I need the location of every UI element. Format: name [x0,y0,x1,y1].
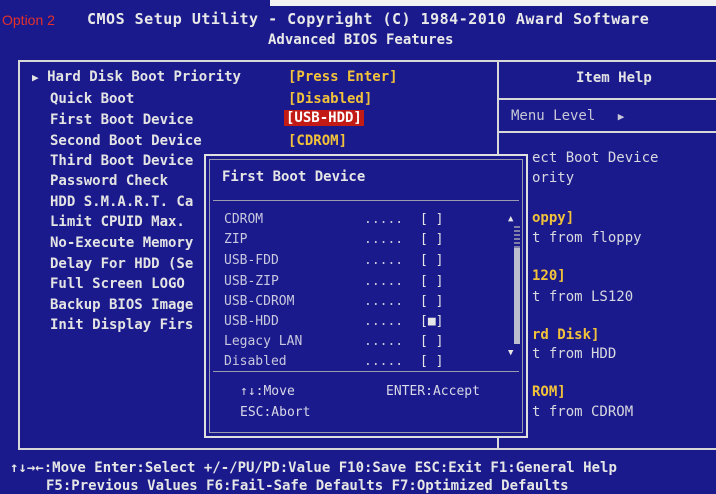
help-line: t from HDD [532,346,617,362]
setting-backup-bios-image[interactable]: Backup BIOS Image [50,297,193,313]
setting-delay-for-hdd[interactable]: Delay For HDD (Se [50,256,193,272]
hint-accept: ENTER:Accept [386,384,480,399]
setting-quick-boot[interactable]: Quick Boot [50,91,134,107]
hint-move: ↑↓:Move [240,384,295,399]
scroll-track[interactable] [514,226,520,248]
setting-password-check[interactable]: Password Check [50,173,168,189]
setting-first-boot-device[interactable]: First Boot Device [50,112,193,128]
setting-no-execute-memory[interactable]: No-Execute Memory [50,235,193,251]
hint-abort: ESC:Abort [240,405,311,420]
setting-hard-disk-boot-priority[interactable]: ▶ Hard Disk Boot Priority [32,69,241,85]
setting-init-display-first[interactable]: Init Display Firs [50,317,193,333]
dialog-footer-divider [213,371,519,372]
footer-keys-line2: F5:Previous Values F6:Fail-Safe Defaults… [46,478,569,494]
menu-level-arrow-icon: ▶ [617,110,625,123]
setting-full-screen-logo[interactable]: Full Screen LOGO [50,276,185,292]
page-title: Advanced BIOS Features [268,32,454,48]
help-line: rd Disk] [532,327,600,343]
option-zip[interactable]: ZIP ..... [ ] [224,232,443,247]
setting-second-boot-device[interactable]: Second Boot Device [50,133,202,149]
scroll-up-arrow-icon[interactable]: ▲ [508,214,513,224]
menu-level-label: Menu Level [511,108,596,124]
help-line: ROM] [532,384,566,400]
setting-limit-cpuid[interactable]: Limit CPUID Max. [50,214,185,230]
boot-device-dialog: First Boot Device CDROM ..... [ ] ZIP ..… [204,154,528,438]
help-divider-2 [499,131,716,133]
app-title: CMOS Setup Utility - Copyright (C) 1984-… [87,10,650,28]
setting-hdd-smart[interactable]: HDD S.M.A.R.T. Ca [50,194,193,210]
help-line: t from LS120 [532,289,634,305]
dialog-divider [213,200,519,201]
help-divider [499,98,716,100]
help-line: t from floppy [532,230,642,246]
value-quick-boot[interactable]: [Disabled] [288,91,372,107]
option-legacy-lan[interactable]: Legacy LAN ..... [ ] [224,334,443,349]
option-usb-cdrom[interactable]: USB-CDROM ..... [ ] [224,294,443,309]
help-title: Item Help [576,70,652,86]
option-label: Option 2 [2,12,55,28]
option-cdrom[interactable]: CDROM ..... [ ] [224,212,443,227]
help-line: 120] [532,268,566,284]
option-usb-hdd[interactable]: USB-HDD ..... [■] [224,314,443,329]
option-usb-zip[interactable]: USB-ZIP ..... [ ] [224,274,443,289]
scrollbar-thumb[interactable] [514,248,520,344]
scroll-down-arrow-icon[interactable]: ▼ [508,348,513,358]
footer-keys-line1: ↑↓→←:Move Enter:Select +/-/PU/PD:Value F… [10,460,617,476]
dialog-title: First Boot Device [222,169,366,185]
help-line: ority [532,170,575,186]
top-edge [270,0,716,6]
submenu-arrow-icon: ▶ [32,71,39,84]
help-line: t from CDROM [532,404,634,420]
help-line: oppy] [532,210,575,226]
value-hard-disk-boot-priority[interactable]: [Press Enter] [288,69,398,85]
value-second-boot-device[interactable]: [CDROM] [288,133,347,149]
setting-third-boot-device[interactable]: Third Boot Device [50,153,193,169]
menu-level: Menu Level ▶ [511,108,624,124]
option-usb-fdd[interactable]: USB-FDD ..... [ ] [224,253,443,268]
value-first-boot-device[interactable]: [USB-HDD] [284,110,364,126]
option-disabled[interactable]: Disabled ..... [ ] [224,354,443,369]
help-line: ect Boot Device [532,150,659,166]
